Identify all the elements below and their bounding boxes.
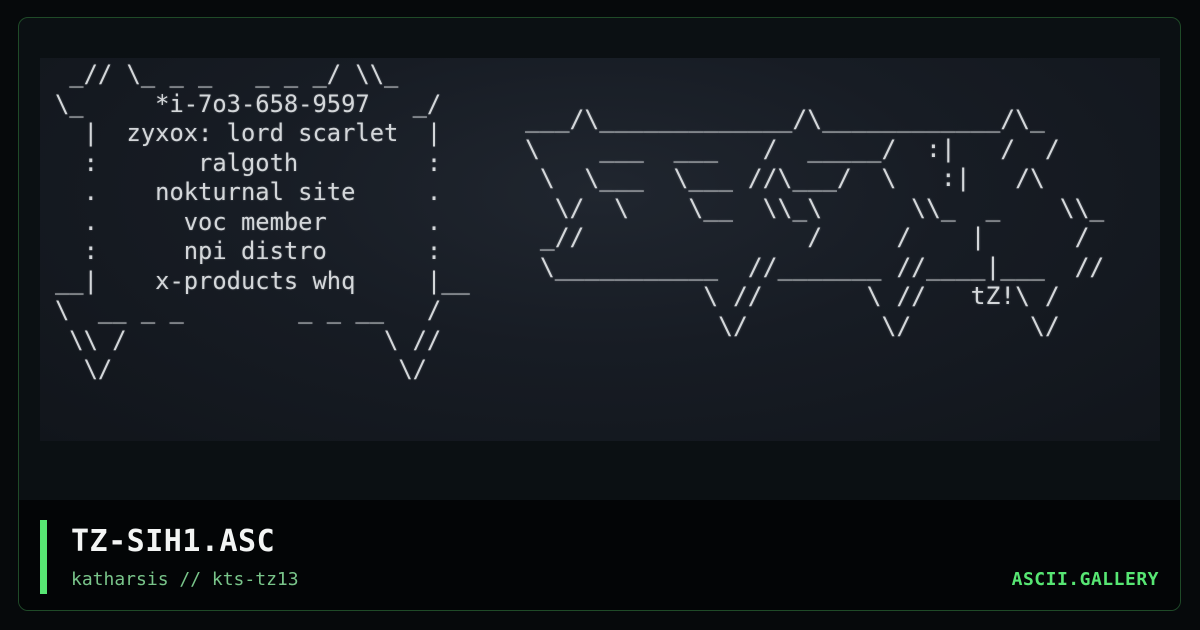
ascii-art-preview: _// \_ _ _ _ _ _/ \\_ \_ *i-7o3-658-9597… [40,58,1160,441]
site-brand-link[interactable]: ASCII.GALLERY [1012,569,1159,590]
card-frame: _// \_ _ _ _ _ _/ \\_ \_ *i-7o3-658-9597… [18,17,1181,611]
accent-bar [40,520,47,594]
artist-subtitle: katharsis // kts-tz13 [71,569,299,590]
ascii-art-info-panel: _// \_ _ _ _ _ _/ \\_ \_ *i-7o3-658-9597… [55,60,470,383]
ascii-art-logo-panel: ___/\_____________/\____________/\_ \ __… [525,105,1105,340]
file-title: TZ-SIH1.ASC [71,524,276,559]
card-footer: TZ-SIH1.ASC katharsis // kts-tz13 ASCII.… [19,500,1180,610]
